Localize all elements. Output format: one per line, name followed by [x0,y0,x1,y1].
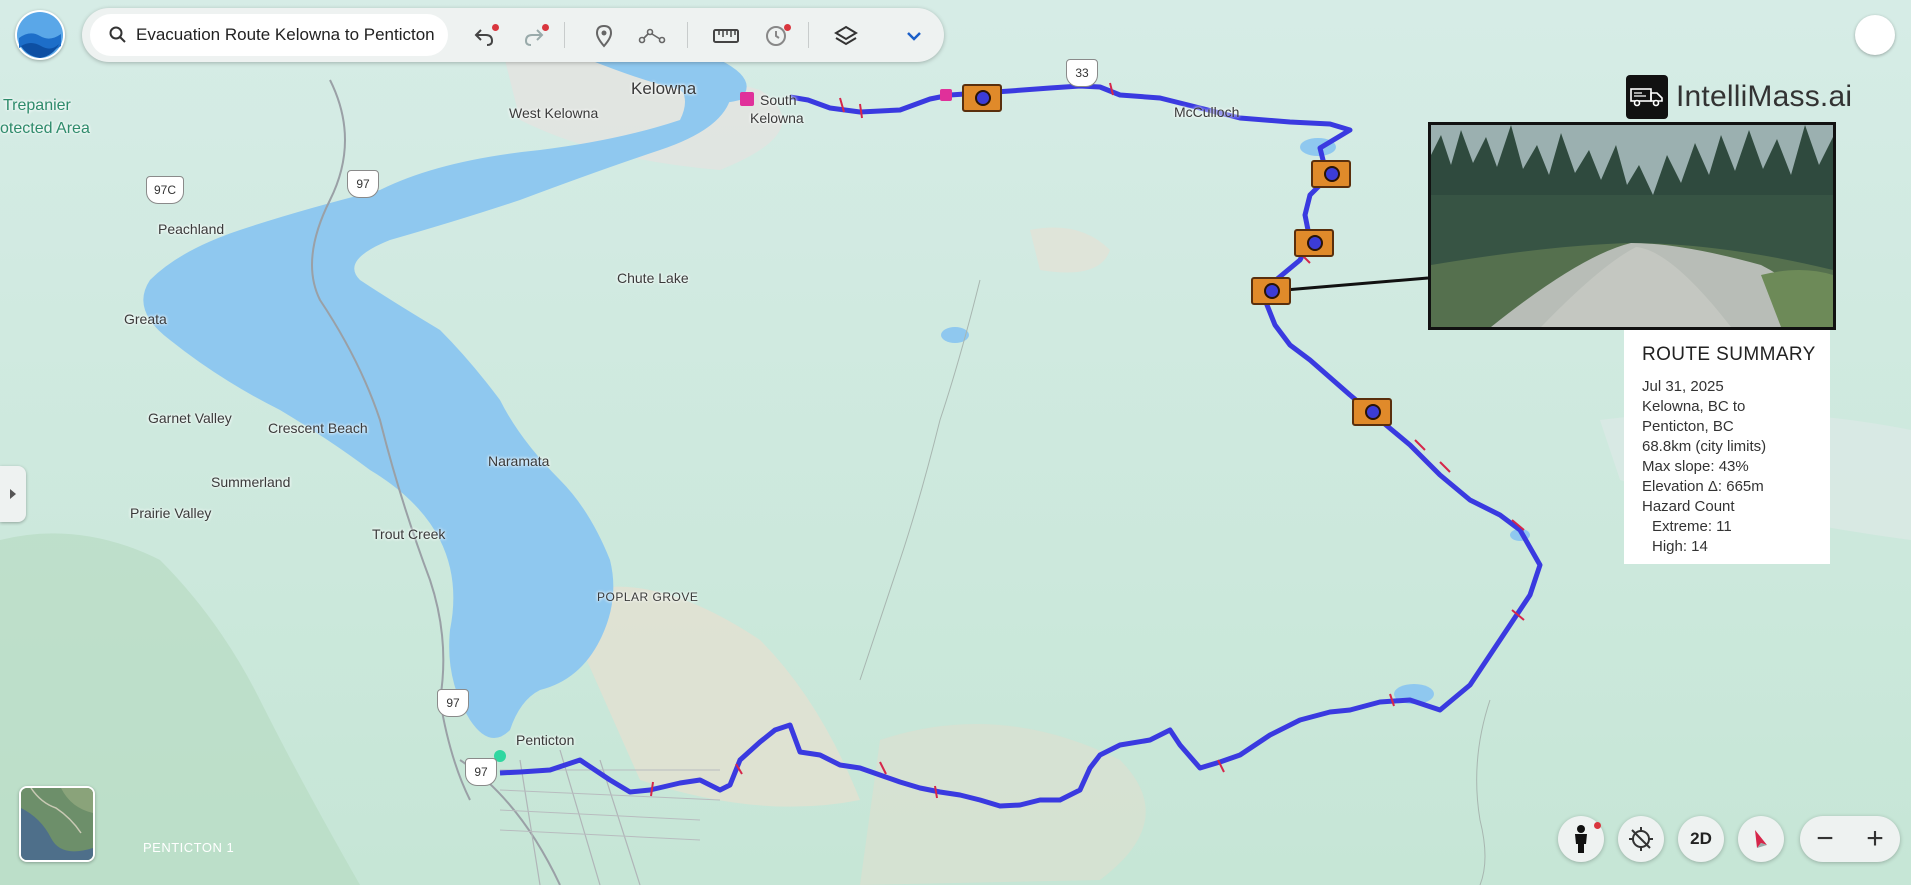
route-date: Jul 31, 2025 [1642,378,1724,395]
hazard-high: High: 14 [1652,538,1708,555]
map-label-garnet-valley: Garnet Valley [148,410,232,426]
highway-shield-97-mid: 97 [437,689,469,717]
road-photo [1428,122,1836,330]
view-mode-toggle[interactable]: 2D [1678,816,1724,862]
highway-shield-97-north: 97 [347,170,379,198]
map-label-peachland: Peachland [158,221,225,237]
add-placemark-button[interactable] [590,22,618,50]
map-label-summerland: Summerland [211,474,291,490]
brand-header: IntelliMass.ai [1626,75,1852,119]
camera-marker[interactable] [1352,398,1392,426]
ruler-icon [713,29,739,43]
route-to: Penticton, BC [1642,418,1734,435]
search-box[interactable]: Evacuation Route Kelowna to Penticton [90,14,448,56]
pegman-icon [1575,825,1587,853]
map-label-prairie-valley: Prairie Valley [130,505,212,521]
path-icon [638,28,666,44]
route-summary-panel: ROUTE SUMMARY Jul 31, 2025 Kelowna, BC t… [1624,330,1830,564]
map-style-thumbnail[interactable] [19,786,95,862]
map-label-west-kelowna: West Kelowna [509,105,599,121]
hazard-count-title: Hazard Count [1642,498,1735,515]
search-icon [109,26,126,43]
map-label-south-kelowna-line1: South [760,92,797,108]
camera-marker[interactable] [1251,277,1291,305]
toolbar-divider [687,22,688,48]
zoom-in-button[interactable]: + [1850,816,1900,862]
map-label-chute-lake: Chute Lake [617,270,689,286]
map-label-penticton: Penticton [516,732,575,748]
toolbar-divider [808,22,809,48]
route-max-slope: Max slope: 43% [1642,458,1749,475]
route-elevation: Elevation Δ: 665m [1642,478,1764,495]
plus-icon: + [1866,822,1884,855]
zoom-out-button[interactable]: − [1800,816,1850,862]
undo-button[interactable] [470,22,499,50]
redo-button[interactable] [520,22,549,50]
chevron-down-icon [907,32,921,41]
camera-marker[interactable] [1294,229,1334,257]
highway-shield-97-south: 97 [465,758,497,786]
street-view-button[interactable] [1558,816,1604,862]
layers-icon [834,25,858,46]
more-tools-button[interactable] [900,22,928,50]
my-location-icon [1629,827,1653,851]
sidebar-toggle-button[interactable] [0,466,26,522]
hazard-extreme: Extreme: 11 [1652,518,1732,535]
route-distance: 68.8km (city limits) [1642,438,1767,455]
truck-logo-icon [1626,75,1668,119]
camera-marker[interactable] [1311,160,1351,188]
globe-logo-icon [17,12,63,58]
measure-button[interactable] [712,22,740,50]
highway-shield-33: 33 [1066,59,1098,87]
my-location-button[interactable] [1618,816,1664,862]
map-label-mcculloch: McCulloch [1174,104,1240,120]
draw-path-button[interactable] [638,22,666,50]
route-from: Kelowna, BC to [1642,398,1746,415]
top-toolbar: Evacuation Route Kelowna to Penticton [82,8,944,62]
compass-button[interactable] [1738,816,1784,862]
map-label-kelowna: Kelowna [631,79,697,98]
map-label-penticton-1: PENTICTON 1 [143,840,235,855]
route-summary-title: ROUTE SUMMARY [1642,344,1816,365]
compass-icon [1755,830,1767,848]
toolbar-divider [564,22,565,48]
map-label-greata: Greata [124,311,167,327]
chevron-right-icon [10,489,16,499]
map-label-poplar-grove: POPLAR GROVE [597,590,699,604]
profile-button[interactable] [1855,15,1895,55]
view-mode-label: 2D [1690,829,1712,848]
brand-name: IntelliMass.ai [1676,80,1853,113]
layers-button[interactable] [832,22,860,50]
historical-imagery-button[interactable] [762,22,791,50]
zoom-control: − + [1800,816,1900,862]
camera-marker[interactable] [962,84,1002,112]
map-label-trepanier-line1: Trepanier [3,97,71,114]
highway-shield-97c: 97C [146,176,184,204]
map-label-south-kelowna-line2: Kelowna [750,110,804,126]
search-query-text: Evacuation Route Kelowna to Penticton [136,25,435,44]
map-label-trepanier-line2: otected Area [0,120,90,137]
minus-icon: − [1816,822,1834,855]
map-label-naramata: Naramata [488,453,550,469]
placemark-icon [595,24,613,48]
map-label-crescent-beach: Crescent Beach [268,420,368,436]
app-logo-button[interactable] [15,10,65,60]
map-label-trout-creek: Trout Creek [372,526,446,542]
